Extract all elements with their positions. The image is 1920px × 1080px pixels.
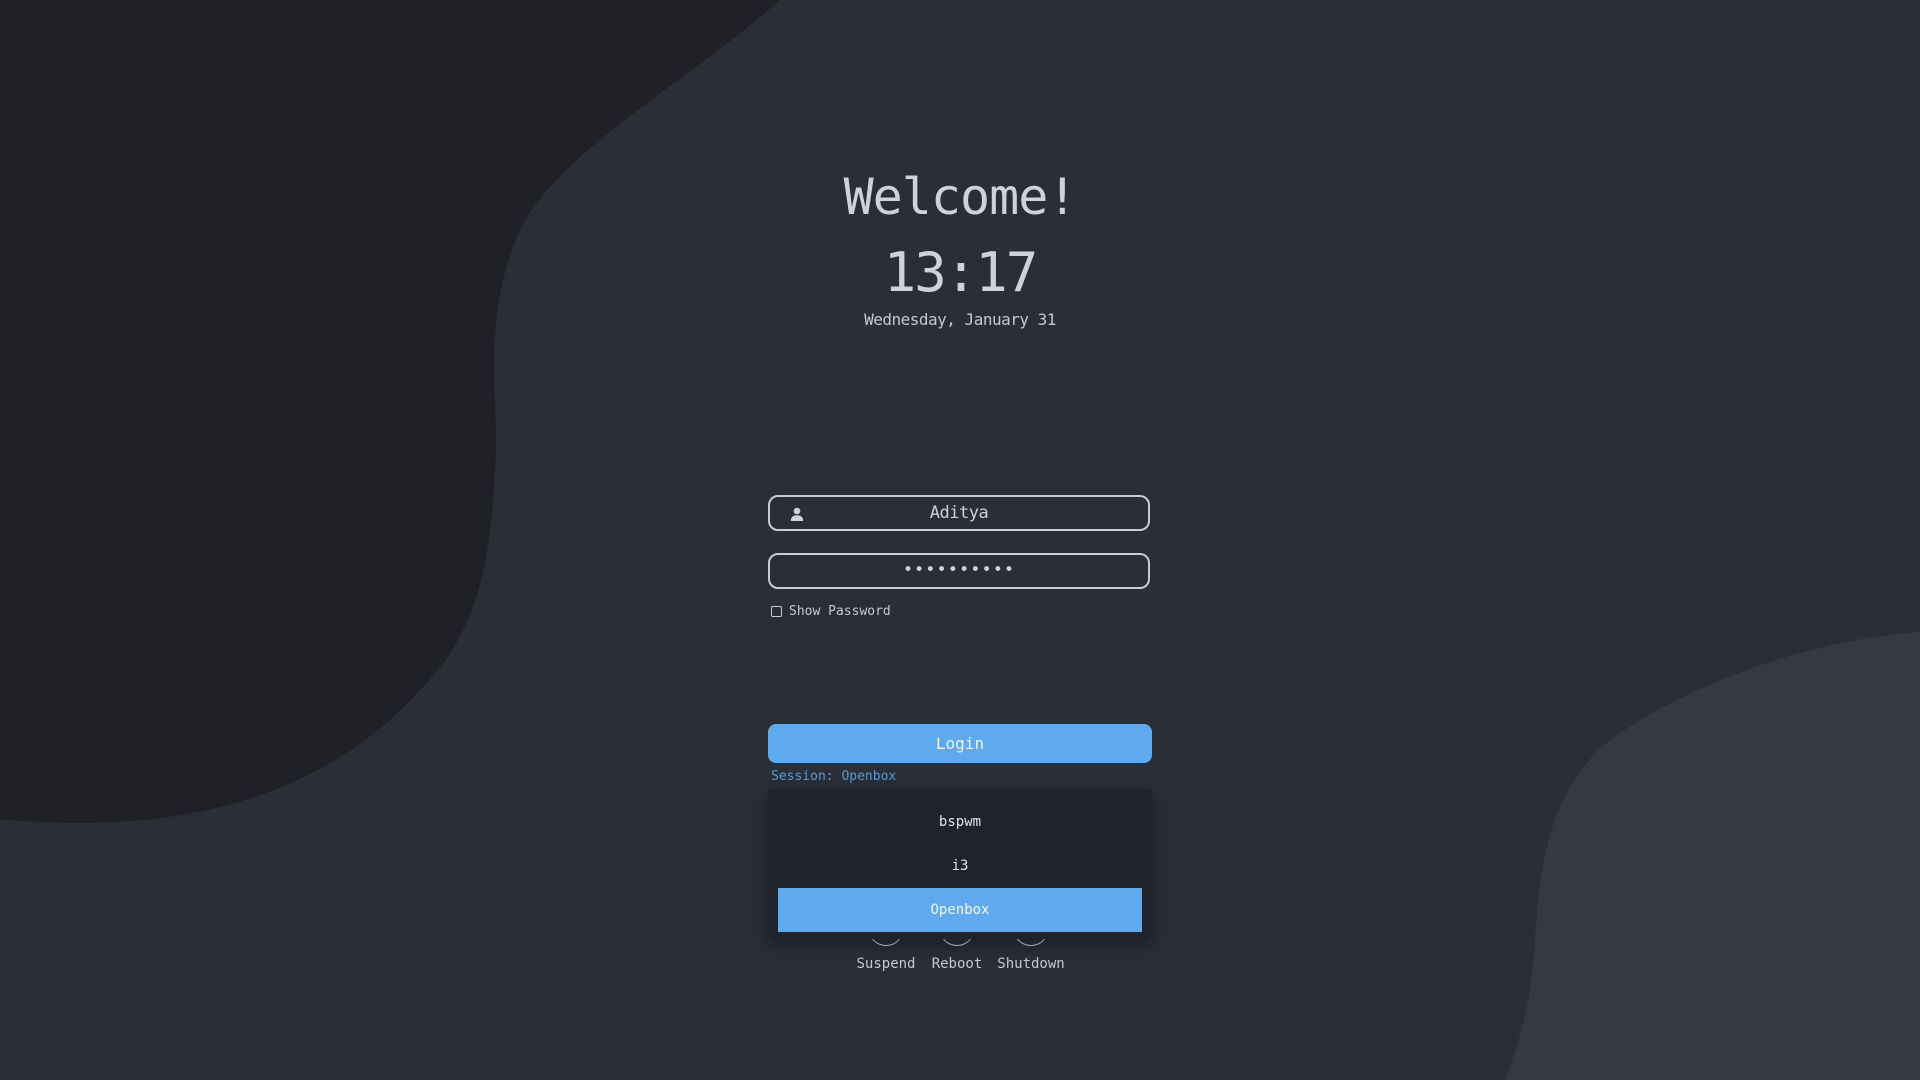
show-password-label: Show Password [789,604,891,619]
username-field[interactable]: Aditya [768,495,1150,531]
user-icon [790,507,804,521]
password-field[interactable]: •••••••••• [768,553,1150,589]
show-password-toggle[interactable]: Show Password [771,604,891,619]
session-option-openbox[interactable]: Openbox [778,888,1142,932]
password-value: •••••••••• [902,560,1016,580]
session-option-bspwm[interactable]: bspwm [778,800,1142,844]
clock-date: Wednesday, January 31 [864,310,1056,329]
login-screen: Welcome! 13:17 Wednesday, January 31 Adi… [0,0,1920,1080]
session-selector[interactable]: Session: Openbox [771,769,896,784]
session-option-i3[interactable]: i3 [778,844,1142,888]
login-button[interactable]: Login [768,724,1152,763]
welcome-title: Welcome! [843,168,1078,226]
username-value: Aditya [929,503,989,523]
clock-time: 13:17 [883,241,1039,304]
session-dropdown: bspwm i3 Openbox [768,789,1152,939]
shutdown-label: Shutdown [997,956,1065,972]
show-password-checkbox[interactable] [771,606,782,617]
